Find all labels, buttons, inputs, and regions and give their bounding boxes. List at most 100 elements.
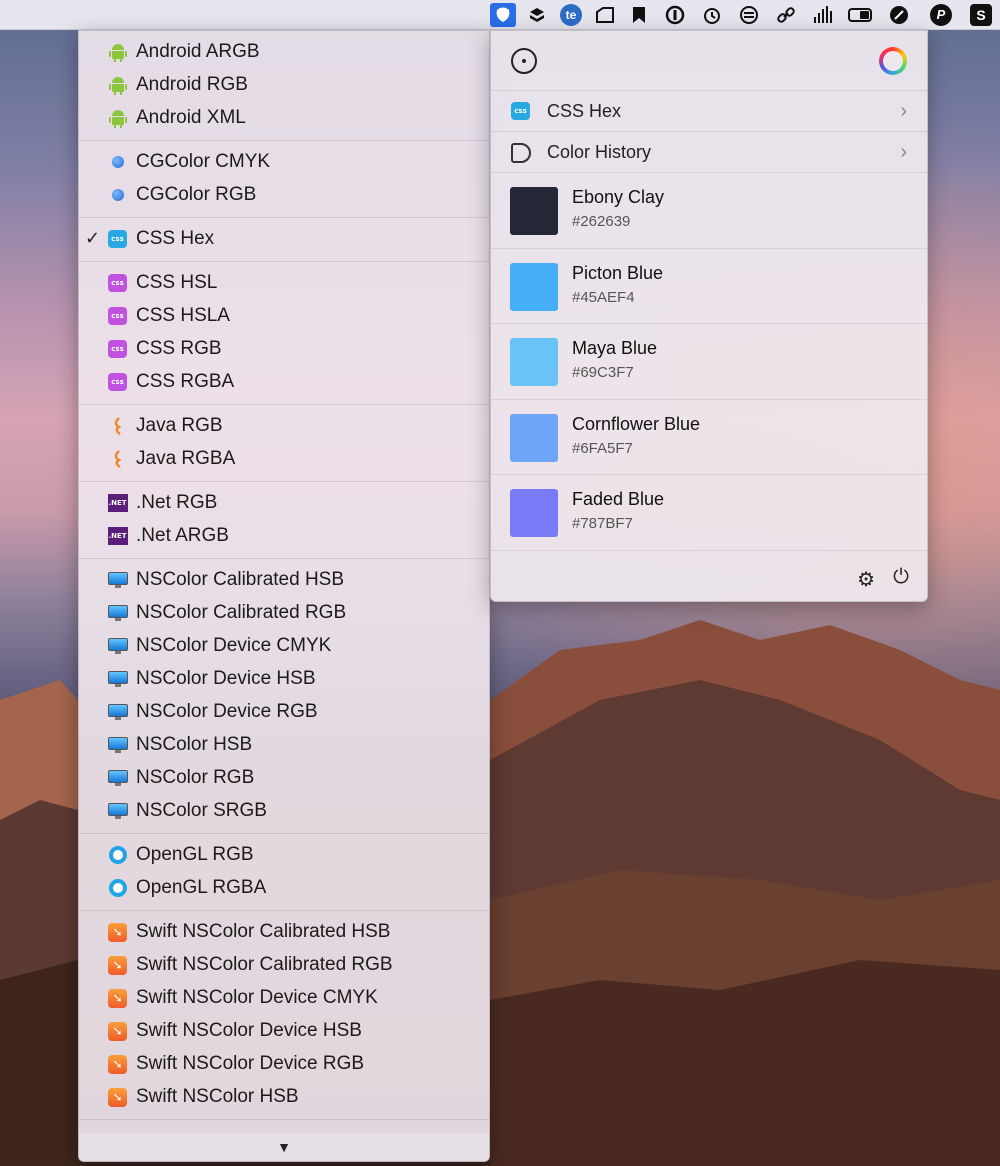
menu-item[interactable]: NSColor RGB: [79, 761, 489, 794]
color-name: Picton Blue: [572, 262, 664, 283]
monitor-icon: [107, 636, 128, 656]
menu-item[interactable]: OpenGL RGBA: [79, 871, 489, 904]
menu-item[interactable]: ➘ Swift NSColor Device CMYK: [79, 981, 489, 1014]
menu-item[interactable]: ➘ Swift NSColor Device HSB: [79, 1014, 489, 1047]
menu-item-label: NSColor HSB: [136, 734, 253, 755]
menu-group: Android ARGB Android RGB Android XML: [79, 31, 489, 141]
menu-item[interactable]: NSColor HSB: [79, 728, 489, 761]
menu-item[interactable]: ➘ Swift NSColor HSB: [79, 1080, 489, 1113]
menu-item[interactable]: CGColor CMYK: [79, 145, 489, 178]
menu-item[interactable]: NSColor SRGB: [79, 794, 489, 827]
swift-icon: ➘: [107, 1087, 128, 1107]
menu-item[interactable]: Java RGBA: [79, 442, 489, 475]
color-hex: #45AEF4: [572, 288, 635, 306]
menu-item[interactable]: css CSS HSLA: [79, 299, 489, 332]
battery-icon[interactable]: [847, 3, 873, 27]
menu-item[interactable]: css CSS RGB: [79, 332, 489, 365]
menu-item-label: Swift NSColor Device HSB: [136, 1020, 362, 1041]
menu-item[interactable]: ➘ Swift NSColor Calibrated HSB: [79, 915, 489, 948]
monitor-icon: [107, 669, 128, 689]
power-icon[interactable]: ⏻: [893, 566, 909, 589]
menu-item[interactable]: NSColor Device CMYK: [79, 629, 489, 662]
menu-item[interactable]: ✓ css CSS Hex: [79, 222, 489, 255]
menu-item-label: CGColor RGB: [136, 184, 257, 205]
java-icon: [107, 449, 128, 469]
color-history-item[interactable]: Picton Blue #45AEF4: [491, 249, 927, 324]
menu-item-label: NSColor Calibrated RGB: [136, 602, 347, 623]
format-row-label: CSS Hex: [547, 101, 622, 121]
menu-item-label: Swift NSColor Device CMYK: [136, 987, 378, 1008]
color-wheel-icon[interactable]: [879, 47, 907, 75]
panel-header: [491, 31, 927, 91]
menu-item-label: Swift NSColor Calibrated HSB: [136, 921, 391, 942]
color-history-item[interactable]: Ebony Clay #262639: [491, 173, 927, 249]
menu-item[interactable]: NSColor Calibrated HSB: [79, 563, 489, 596]
color-hex: #787BF7: [572, 515, 633, 532]
chevron-right-icon: ›: [900, 100, 907, 122]
menu-item[interactable]: NSColor Calibrated RGB: [79, 596, 489, 629]
css-icon: css: [107, 273, 128, 293]
menu-item-label: CSS Hex: [136, 228, 215, 249]
android-icon: [107, 42, 128, 62]
menu-item[interactable]: OpenGL RGB: [79, 838, 489, 871]
menu-item[interactable]: ➘ Swift NSColor Device RGB: [79, 1047, 489, 1080]
te-icon[interactable]: te: [558, 3, 584, 27]
menu-item[interactable]: Android XML: [79, 101, 489, 134]
color-picker-icon[interactable]: [511, 48, 537, 74]
menu-item-label: NSColor Device CMYK: [136, 635, 332, 656]
menu-item[interactable]: NSColor Device HSB: [79, 662, 489, 695]
color-swatch: [510, 262, 558, 311]
menu-item-label: NSColor RGB: [136, 767, 255, 788]
swift-icon: ➘: [107, 988, 128, 1008]
menu-item-label: Android XML: [136, 107, 246, 128]
menu-item-label: CSS HSLA: [136, 305, 230, 326]
menu-item[interactable]: .NET .Net ARGB: [79, 519, 489, 552]
p-icon[interactable]: P: [928, 3, 954, 27]
menu-item-label: CSS RGB: [136, 338, 222, 359]
menu-item[interactable]: ➘ Swift NSColor Calibrated RGB: [79, 948, 489, 981]
rocket-icon[interactable]: [886, 3, 912, 27]
colors-app-menubar-icon[interactable]: [490, 3, 516, 27]
dot-icon: [107, 152, 128, 172]
menu-item-label: NSColor Device RGB: [136, 701, 318, 722]
color-history-row[interactable]: Color History ›: [491, 132, 927, 173]
menu-item-label: .Net RGB: [136, 492, 218, 513]
menu-item-label: CGColor CMYK: [136, 151, 271, 172]
menu-item[interactable]: NSColor Device RGB: [79, 695, 489, 728]
color-history-item[interactable]: Maya Blue #69C3F7: [491, 324, 927, 400]
link-icon[interactable]: [773, 3, 799, 27]
menu-group: OpenGL RGB OpenGL RGBA: [79, 834, 489, 911]
css-icon: css: [107, 339, 128, 359]
net-icon: .NET: [107, 493, 128, 513]
menu-item[interactable]: css CSS HSL: [79, 266, 489, 299]
menu-item[interactable]: .NET .Net RGB: [79, 486, 489, 519]
menu-item-label: NSColor Device HSB: [136, 668, 316, 689]
color-history-item[interactable]: Faded Blue #787BF7: [491, 475, 927, 551]
menu-item[interactable]: Android RGB: [79, 68, 489, 101]
menu-item-label: OpenGL RGB: [136, 844, 254, 865]
history-icon: [511, 143, 531, 163]
scanner-icon[interactable]: [592, 3, 618, 27]
css-icon: css: [107, 372, 128, 392]
color-history-label: Color History: [547, 142, 652, 162]
monitor-icon: [107, 768, 128, 788]
menu-bar: te P S: [0, 0, 1000, 30]
format-row[interactable]: css CSS Hex ›: [491, 91, 927, 132]
scroll-down-arrow[interactable]: ▼: [79, 1133, 489, 1161]
info-icon[interactable]: [662, 3, 688, 27]
signal-icon[interactable]: [810, 3, 836, 27]
color-name: Ebony Clay: [572, 187, 665, 207]
alarm-icon[interactable]: [699, 3, 725, 27]
s-circle-icon[interactable]: [736, 3, 762, 27]
menu-item[interactable]: css CSS RGBA: [79, 365, 489, 398]
menu-item[interactable]: Android ARGB: [79, 35, 489, 68]
bookmark-icon[interactable]: [626, 3, 652, 27]
s-box-icon[interactable]: S: [968, 3, 994, 27]
menu-item[interactable]: Java RGB: [79, 409, 489, 442]
color-history-item[interactable]: Cornflower Blue #6FA5F7: [491, 400, 927, 475]
dropbox-icon[interactable]: [524, 3, 550, 27]
menu-item[interactable]: CGColor RGB: [79, 178, 489, 211]
opengl-icon: [107, 878, 128, 898]
color-swatch: [510, 338, 558, 386]
settings-gear-icon[interactable]: ⚙: [857, 567, 875, 592]
